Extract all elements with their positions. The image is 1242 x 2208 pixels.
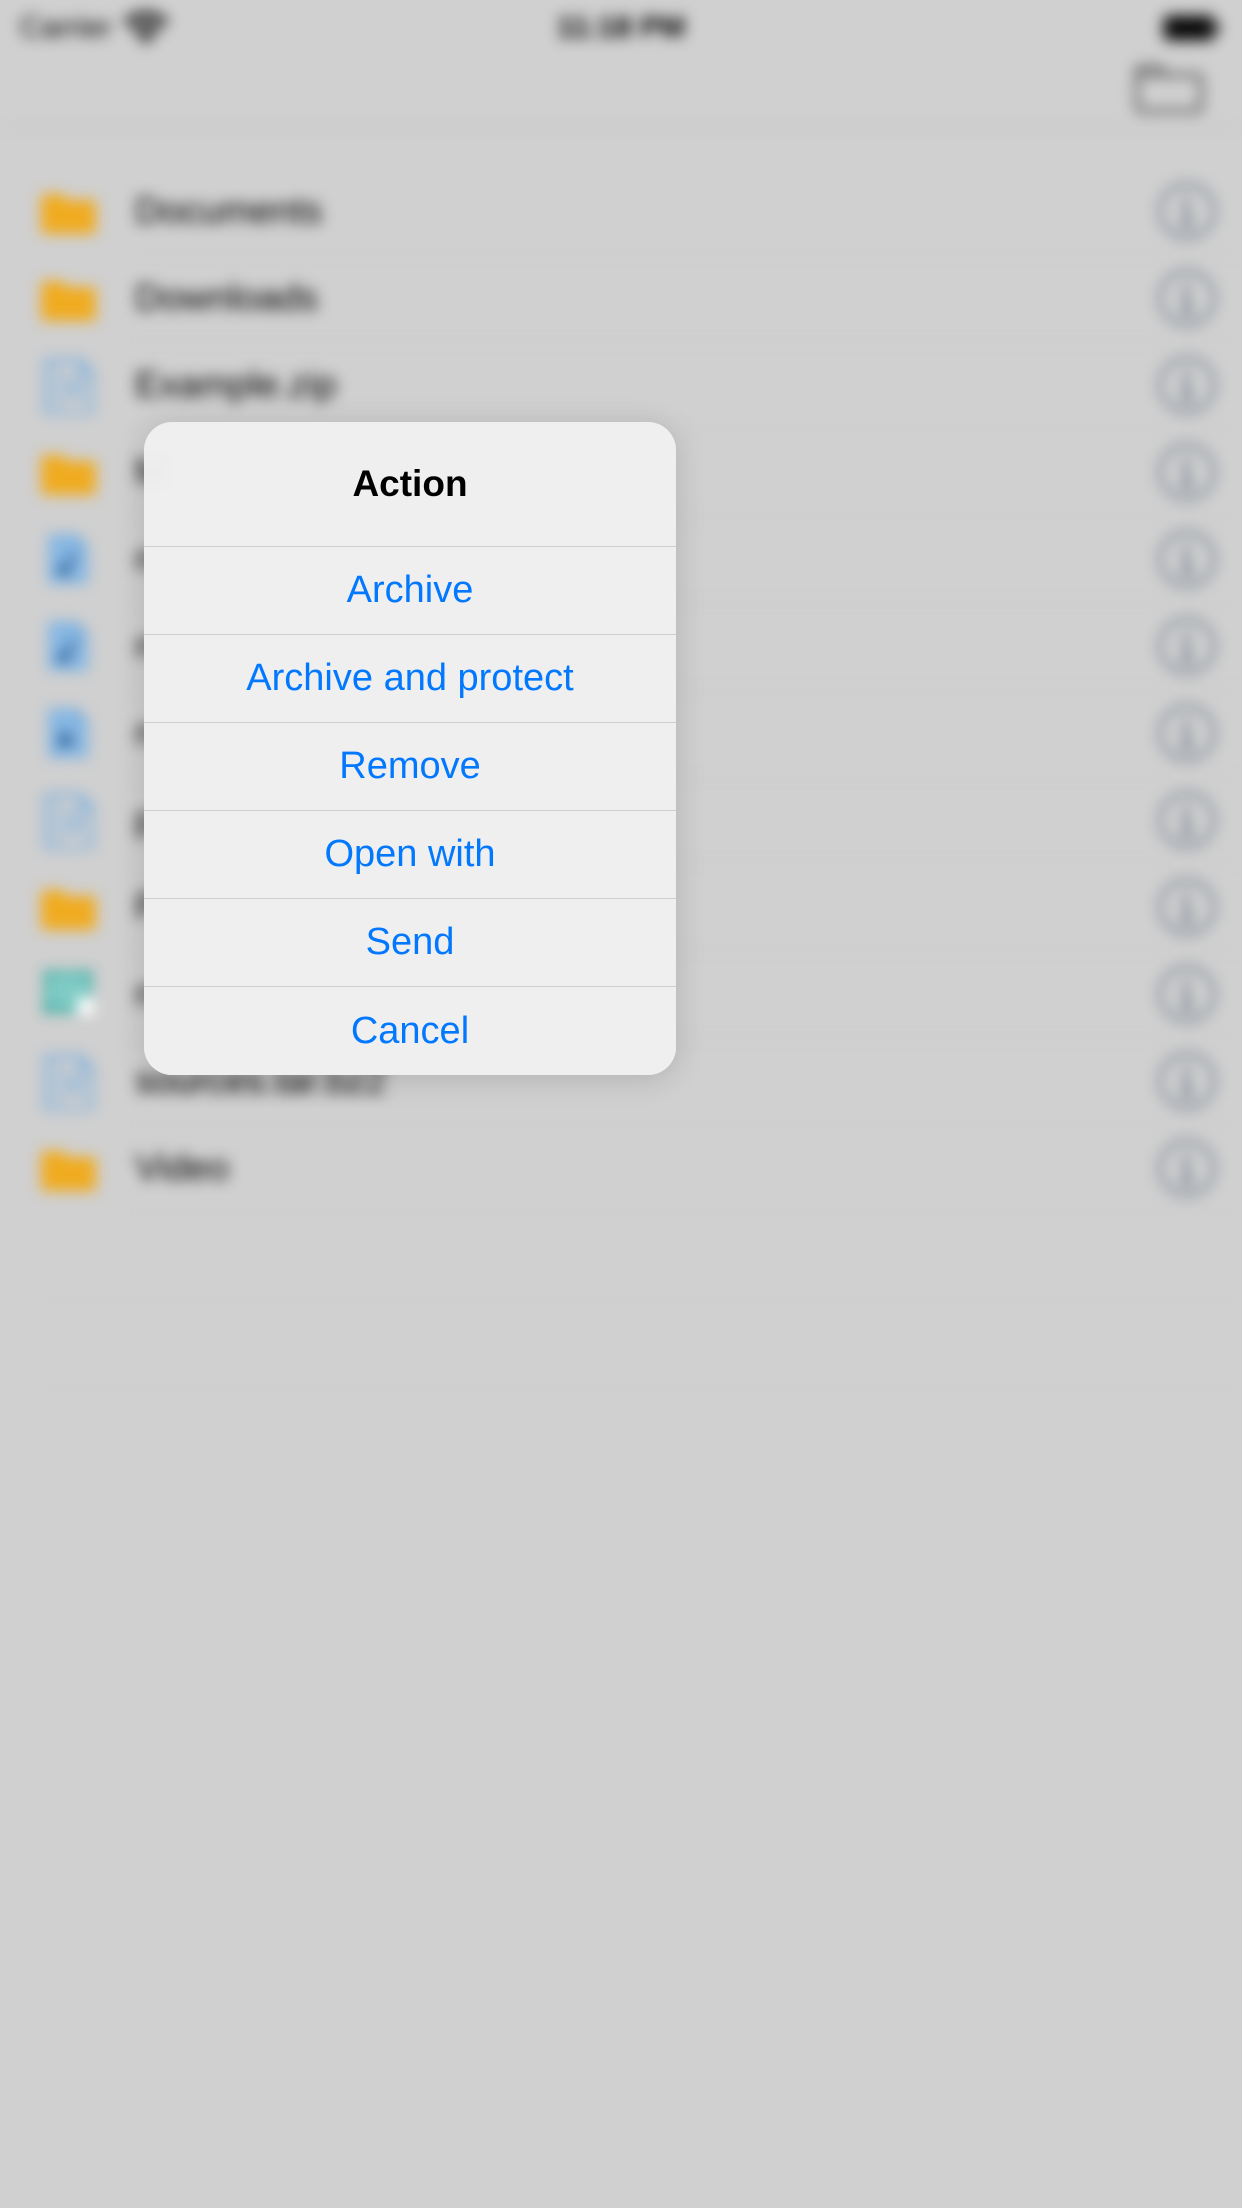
info-button[interactable] — [1132, 951, 1242, 1038]
file-row[interactable]: Downloads — [0, 255, 1242, 342]
info-button[interactable] — [1132, 690, 1242, 777]
info-button[interactable] — [1132, 777, 1242, 864]
folder-icon — [0, 271, 135, 327]
info-button[interactable] — [1132, 1038, 1242, 1125]
file-name: Documents — [135, 168, 1132, 255]
info-button[interactable] — [1132, 342, 1242, 429]
nav-bar — [0, 56, 1242, 128]
action-open-with[interactable]: Open with — [144, 811, 676, 899]
file-name: Downloads — [135, 255, 1132, 342]
status-bar: Carrier 11:18 PM — [0, 0, 1242, 56]
action-archive-protect[interactable]: Archive and protect — [144, 635, 676, 723]
file-name: Video — [135, 1125, 1132, 1212]
video-icon — [0, 706, 135, 762]
archive-icon — [0, 793, 135, 849]
separator — [40, 1212, 1242, 1300]
file-row[interactable]: Video — [0, 1125, 1242, 1212]
separator — [40, 1300, 1242, 1388]
file-row[interactable]: Example.zip — [0, 342, 1242, 429]
action-archive[interactable]: Archive — [144, 547, 676, 635]
action-sheet: Action Archive Archive and protect Remov… — [144, 422, 676, 1075]
info-button[interactable] — [1132, 429, 1242, 516]
clock: 11:18 PM — [557, 11, 685, 45]
sheet-icon — [0, 967, 135, 1023]
audio-icon — [0, 619, 135, 675]
folder-icon — [0, 880, 135, 936]
carrier-label: Carrier — [20, 11, 112, 45]
wifi-icon — [124, 10, 168, 46]
action-cancel[interactable]: Cancel — [144, 987, 676, 1075]
action-remove[interactable]: Remove — [144, 723, 676, 811]
info-button[interactable] — [1132, 864, 1242, 951]
info-button[interactable] — [1132, 516, 1242, 603]
info-button[interactable] — [1132, 168, 1242, 255]
file-name: Example.zip — [135, 342, 1132, 429]
archive-icon — [0, 1054, 135, 1110]
action-send[interactable]: Send — [144, 899, 676, 987]
folder-icon — [0, 1141, 135, 1197]
info-button[interactable] — [1132, 603, 1242, 690]
battery-icon — [1162, 12, 1222, 44]
audio-icon — [0, 532, 135, 588]
folder-icon — [0, 445, 135, 501]
folder-icon — [0, 184, 135, 240]
action-sheet-title: Action — [144, 422, 676, 547]
new-folder-button[interactable] — [1134, 61, 1206, 115]
file-row[interactable]: Documents — [0, 168, 1242, 255]
archive-icon — [0, 358, 135, 414]
info-button[interactable] — [1132, 1125, 1242, 1212]
info-button[interactable] — [1132, 255, 1242, 342]
